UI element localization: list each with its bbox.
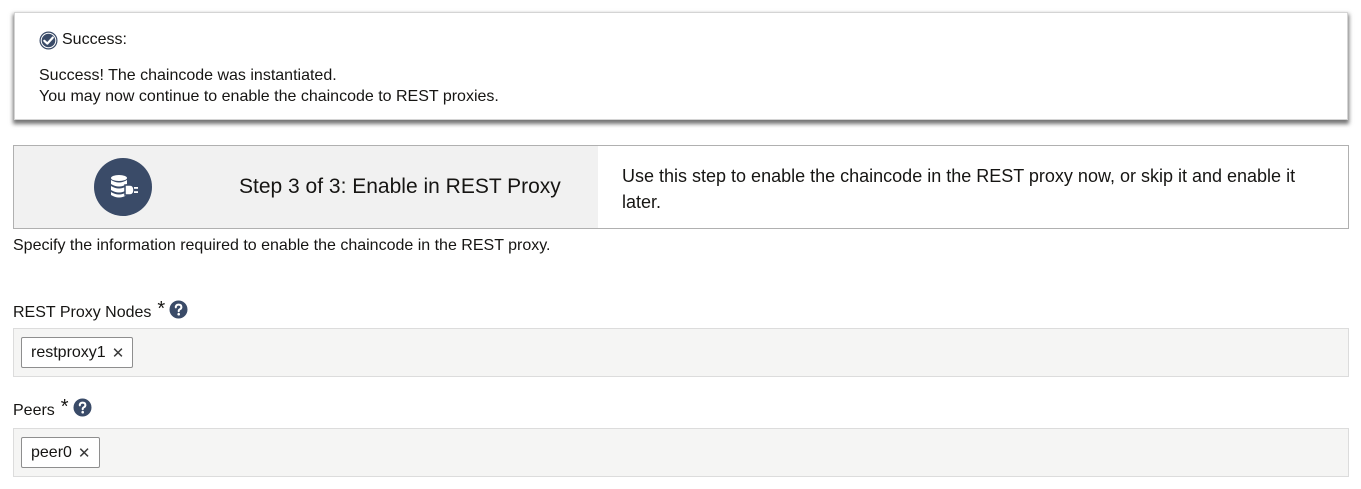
notification-line-1: Success! The chaincode was instantiated.	[39, 67, 337, 84]
required-indicator: *	[60, 396, 69, 418]
success-notification: Success: Success! The chaincode was inst…	[14, 12, 1348, 120]
notification-header: Success:	[39, 28, 1323, 52]
chip-label: restproxy1	[31, 343, 106, 361]
notification-line-2: You may now continue to enable the chain…	[39, 88, 499, 105]
step-train: Step 3 of 3: Enable in REST Proxy Use th…	[13, 145, 1349, 229]
rest-proxy-nodes-select[interactable]: restproxy1 ✕	[13, 328, 1349, 377]
remove-chip-icon[interactable]: ✕	[112, 344, 125, 362]
rest-proxy-nodes-label-text: REST Proxy Nodes	[13, 304, 152, 321]
chip-restproxy1: restproxy1 ✕	[21, 337, 134, 368]
peers-label: Peers *	[13, 396, 92, 420]
instructions-text: Specify the information required to enab…	[13, 237, 551, 254]
check-circle-icon	[39, 31, 58, 50]
peers-label-text: Peers	[13, 402, 55, 419]
peers-select[interactable]: peer0 ✕	[13, 428, 1349, 477]
step-title: Step 3 of 3: Enable in REST Proxy	[239, 175, 561, 198]
chip-peer0: peer0 ✕	[21, 437, 100, 468]
notification-message: Success! The chaincode was instantiated.…	[39, 65, 1323, 107]
rest-proxy-nodes-label: REST Proxy Nodes *	[13, 298, 188, 322]
page: Success: Success! The chaincode was inst…	[0, 0, 1361, 489]
question-circle-icon[interactable]	[73, 398, 92, 417]
step-description: Use this step to enable the chaincode in…	[622, 166, 1296, 212]
question-circle-icon[interactable]	[169, 300, 188, 319]
notification-title: Success:	[62, 31, 127, 48]
remove-chip-icon[interactable]: ✕	[78, 444, 91, 462]
train-current-step: Step 3 of 3: Enable in REST Proxy	[14, 146, 598, 228]
chip-label: peer0	[31, 443, 72, 461]
required-indicator: *	[157, 298, 166, 320]
rest-proxy-plug-icon	[94, 158, 152, 216]
